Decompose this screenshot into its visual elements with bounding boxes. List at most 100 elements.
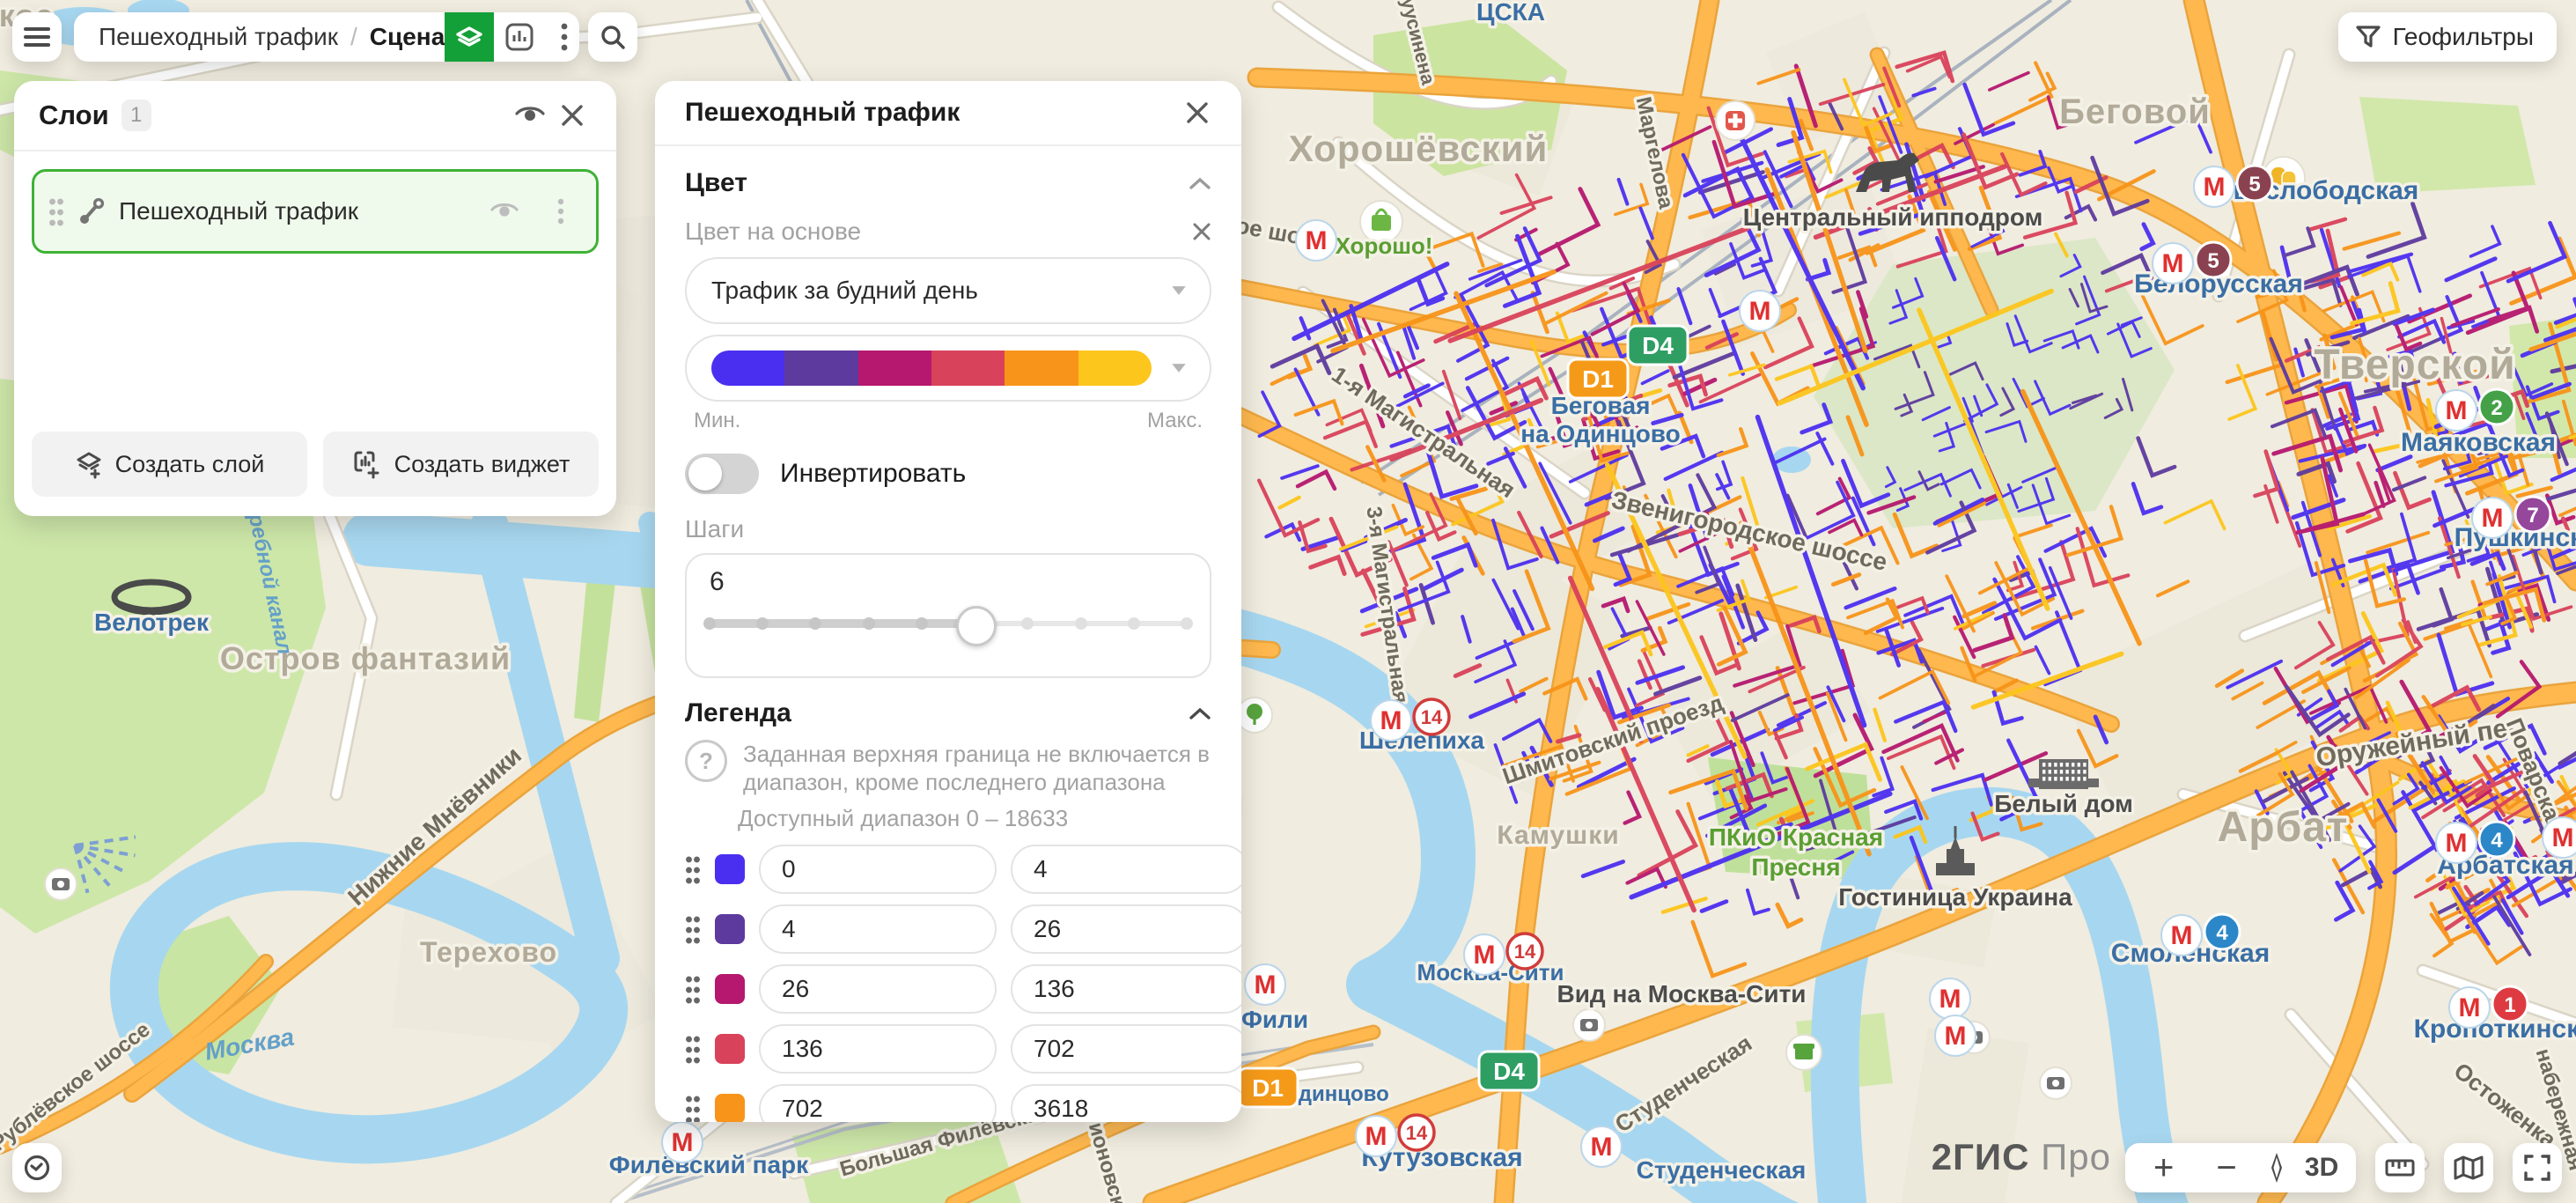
map-label: на Одинцово (1520, 420, 1681, 447)
legend-from-input[interactable] (759, 845, 997, 894)
layer-kebab-menu-button[interactable] (540, 190, 582, 232)
eye-muted-icon (489, 201, 519, 222)
svg-text:М: М (1591, 1133, 1613, 1162)
layers-panel: Слои 1 Пешеходный трафик Создать слой (14, 81, 616, 516)
search-button[interactable] (588, 12, 637, 62)
invert-toggle[interactable] (685, 454, 759, 494)
drag-handle-icon[interactable] (48, 196, 64, 226)
layers-panel-close-button[interactable] (551, 94, 593, 137)
steps-slider[interactable] (710, 604, 1187, 643)
gradient-segment (858, 351, 931, 386)
slider-handle[interactable] (956, 606, 997, 646)
header-kebab-menu-button[interactable] (545, 12, 579, 62)
svg-text:М: М (2459, 993, 2481, 1022)
legend-to-input[interactable] (1011, 904, 1241, 954)
legend-from-input[interactable] (759, 904, 997, 954)
gradient-segment (931, 351, 1005, 386)
toggle-all-visibility-button[interactable] (509, 94, 551, 137)
layers-panel-button[interactable] (445, 12, 494, 62)
watermark-suffix: Про (2041, 1136, 2111, 1177)
map-label: Остров фантазий (220, 640, 511, 676)
color-basis-select[interactable]: Трафик за будний день (685, 257, 1211, 324)
map-label: Терехово (420, 936, 557, 968)
legend-row (685, 845, 1211, 894)
layer-visibility-button[interactable] (483, 190, 526, 232)
legend-color-swatch[interactable] (715, 854, 745, 884)
settings-panel-close-button[interactable] (1176, 92, 1218, 134)
map-label: Вид на Москва-Сити (1557, 980, 1807, 1007)
metro-station-icon[interactable]: М (1740, 291, 1780, 331)
road-badge: D1 (1568, 359, 1628, 398)
minimap-button[interactable] (2444, 1143, 2493, 1192)
legend-color-swatch[interactable] (715, 974, 745, 1004)
metro-station-icon[interactable]: М (2543, 817, 2576, 858)
map-icon (2454, 1155, 2484, 1180)
drag-handle-icon[interactable] (685, 974, 701, 1004)
metro-station-icon[interactable]: М (1296, 220, 1336, 261)
widgets-button[interactable] (494, 12, 545, 62)
compass-icon[interactable] (2269, 1152, 2285, 1184)
legend-section-title: Легенда (685, 698, 1189, 728)
metro-station-icon[interactable]: М (1581, 1126, 1622, 1167)
map-label: ПКиО Красная (1709, 823, 1883, 851)
layer-item-pedestrian-traffic[interactable]: Пешеходный трафик (32, 169, 599, 254)
breadcrumb-page: Сцена (370, 23, 445, 51)
slider-tick[interactable] (916, 617, 928, 630)
metro-station-icon[interactable]: М (1245, 964, 1285, 1005)
drag-handle-icon[interactable] (685, 854, 701, 884)
create-layer-button[interactable]: Создать слой (32, 432, 307, 497)
layer-settings-panel: Пешеходный трафик Цвет Цвет на основе Тр… (655, 81, 1241, 1122)
legend-from-input[interactable] (759, 1024, 997, 1074)
breadcrumb-project[interactable]: Пешеходный трафик (99, 23, 338, 51)
legend-color-swatch[interactable] (715, 1034, 745, 1064)
gradient-select[interactable] (685, 335, 1211, 402)
hamburger-menu-button[interactable] (12, 12, 62, 62)
svg-text:М: М (1306, 226, 1328, 255)
ruler-button[interactable] (2375, 1143, 2425, 1192)
legend-from-input[interactable] (759, 1084, 997, 1122)
legend-color-swatch[interactable] (715, 914, 745, 944)
map-label: Хорошёвский (1289, 128, 1549, 169)
legend-from-input[interactable] (759, 964, 997, 1014)
svg-text:5: 5 (2248, 173, 2260, 196)
map-label: Маяковская (2401, 428, 2556, 457)
legend-to-input[interactable] (1011, 964, 1241, 1014)
road-badge: D1 (1238, 1068, 1298, 1107)
svg-text:М: М (1255, 971, 1277, 1000)
create-widget-label: Создать виджет (394, 451, 570, 478)
chevron-up-icon[interactable] (1189, 176, 1211, 190)
zoom-in-button[interactable]: + (2143, 1145, 2185, 1191)
create-widget-button[interactable]: Создать виджет (323, 432, 599, 497)
viewpoint-camera-icon (45, 868, 77, 900)
slider-tick[interactable] (863, 617, 875, 630)
slider-tick[interactable] (1021, 617, 1034, 630)
zoom-out-button[interactable]: − (2205, 1145, 2248, 1191)
time-history-button[interactable] (12, 1143, 62, 1192)
fullscreen-button[interactable] (2513, 1143, 2562, 1192)
slider-tick[interactable] (703, 617, 716, 630)
svg-text:М: М (2204, 173, 2226, 202)
drag-handle-icon[interactable] (685, 1094, 701, 1122)
chevron-up-icon[interactable] (1189, 706, 1211, 720)
slider-tick[interactable] (1075, 617, 1087, 630)
legend-row (685, 1084, 1211, 1122)
metro-station-icon[interactable]: М (1935, 1015, 1976, 1056)
layers-panel-title: Слои (39, 100, 109, 131)
legend-color-swatch[interactable] (715, 1094, 745, 1122)
settings-panel-title: Пешеходный трафик (685, 98, 1176, 128)
geofilters-button[interactable]: Геофильтры (2338, 12, 2557, 62)
metro-station-icon[interactable]: М (1930, 978, 1970, 1019)
clear-icon[interactable] (1192, 222, 1211, 241)
breadcrumb[interactable]: Пешеходный трафик / Сцена (74, 23, 445, 51)
slider-tick[interactable] (1181, 617, 1193, 630)
map-label: Хорошо! (1336, 232, 1433, 259)
drag-handle-icon[interactable] (685, 914, 701, 944)
slider-tick[interactable] (1128, 617, 1140, 630)
legend-to-input[interactable] (1011, 1024, 1241, 1074)
3d-mode-button[interactable]: 3D (2305, 1153, 2338, 1183)
metro-station-icon[interactable]: М (662, 1122, 703, 1162)
hospital-icon[interactable] (1716, 101, 1755, 140)
legend-to-input[interactable] (1011, 845, 1241, 894)
legend-to-input[interactable] (1011, 1084, 1241, 1122)
drag-handle-icon[interactable] (685, 1034, 701, 1064)
